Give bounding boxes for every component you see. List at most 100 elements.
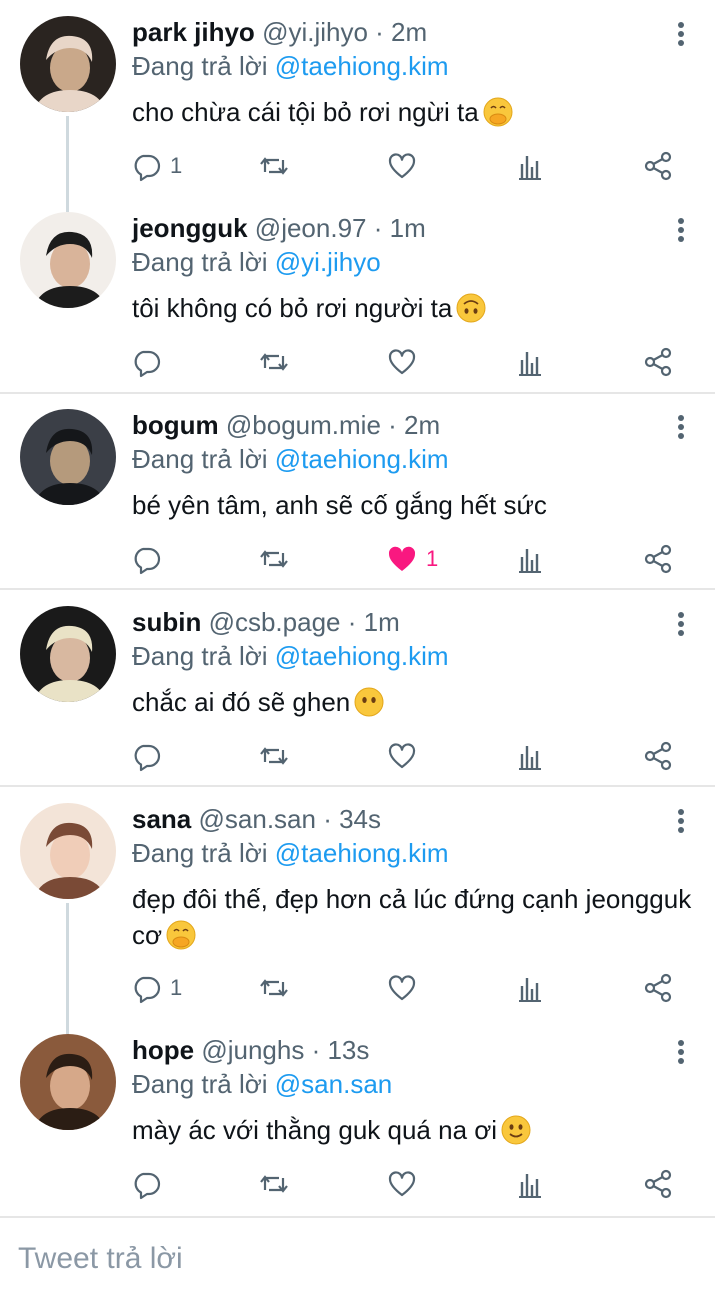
analytics-button[interactable] <box>514 968 546 1008</box>
reply-input-placeholder[interactable]: Tweet trả lời <box>18 1242 183 1276</box>
avatar[interactable] <box>20 212 116 308</box>
like-count: 1 <box>426 546 439 571</box>
tweet-divider <box>0 785 715 787</box>
timestamp[interactable]: 13s <box>327 1035 369 1065</box>
analytics-button[interactable] <box>514 342 546 382</box>
analytics-icon <box>519 549 541 573</box>
replying-to: Đang trả lời @taehiong.kim <box>132 837 449 869</box>
analytics-button[interactable] <box>514 539 546 579</box>
timestamp[interactable]: 34s <box>339 804 381 834</box>
dot-separator: · <box>367 17 392 47</box>
display-name[interactable]: bogum <box>132 410 219 440</box>
like-button[interactable] <box>386 968 418 1008</box>
like-button[interactable]: 1 <box>386 539 438 579</box>
mention-link[interactable]: @taehiong.kim <box>275 444 449 474</box>
avatar[interactable] <box>20 1034 116 1130</box>
replying-to: Đang trả lời @yi.jihyo <box>132 246 381 278</box>
thread-connector-line <box>66 116 69 212</box>
reply-icon <box>134 976 161 1004</box>
analytics-icon <box>519 352 541 376</box>
share-button[interactable] <box>642 1164 674 1204</box>
like-button[interactable] <box>386 1164 418 1204</box>
share-button[interactable] <box>642 539 674 579</box>
analytics-button[interactable] <box>514 1164 546 1204</box>
reply-button[interactable] <box>130 736 162 776</box>
username[interactable]: @san.san <box>199 804 316 834</box>
mention-link[interactable]: @taehiong.kim <box>275 51 449 81</box>
heart-icon <box>388 153 416 179</box>
retweet-button[interactable] <box>258 146 290 186</box>
retweet-button[interactable] <box>258 736 290 776</box>
display-name[interactable]: hope <box>132 1035 194 1065</box>
avatar[interactable] <box>20 606 116 702</box>
avatar[interactable] <box>20 409 116 505</box>
share-button[interactable] <box>642 968 674 1008</box>
like-button[interactable] <box>386 342 418 382</box>
share-button[interactable] <box>642 342 674 382</box>
retweet-icon <box>260 550 288 568</box>
more-options-icon[interactable] <box>669 608 693 640</box>
more-options-icon[interactable] <box>669 411 693 443</box>
retweet-button[interactable] <box>258 968 290 1008</box>
analytics-button[interactable] <box>514 736 546 776</box>
replying-to-label: Đang trả lời <box>132 641 275 671</box>
retweet-button[interactable] <box>258 539 290 579</box>
mention-link[interactable]: @taehiong.kim <box>275 641 449 671</box>
share-button[interactable] <box>642 146 674 186</box>
like-button[interactable] <box>386 146 418 186</box>
display-name[interactable]: sana <box>132 804 191 834</box>
replying-to: Đang trả lời @san.san <box>132 1068 392 1100</box>
vertical-dots-icon <box>678 612 684 636</box>
mention-link[interactable]: @san.san <box>275 1069 392 1099</box>
avatar-image <box>20 16 116 112</box>
avatar[interactable] <box>20 803 116 899</box>
reply-button[interactable]: 1 <box>130 146 182 186</box>
username[interactable]: @junghs <box>201 1035 304 1065</box>
timestamp[interactable]: 2m <box>404 410 440 440</box>
tweet-text-content: cho chừa cái tội bỏ rơi ngừi ta <box>132 97 479 127</box>
more-options-icon[interactable] <box>669 805 693 837</box>
username[interactable]: @jeon.97 <box>255 213 367 243</box>
reply-button[interactable] <box>130 539 162 579</box>
vertical-dots-icon <box>678 218 684 242</box>
username[interactable]: @bogum.mie <box>226 410 381 440</box>
avatar[interactable] <box>20 16 116 112</box>
share-icon <box>644 347 672 377</box>
thread-connector-line <box>66 903 69 1034</box>
retweet-button[interactable] <box>258 342 290 382</box>
reply-button[interactable]: 1 <box>130 968 182 1008</box>
tweet-header: sana @san.san · 34s <box>132 803 381 835</box>
replying-to-label: Đang trả lời <box>132 51 275 81</box>
timestamp[interactable]: 1m <box>390 213 426 243</box>
retweet-button[interactable] <box>258 1164 290 1204</box>
face-without-mouth-emoji <box>354 687 384 717</box>
dot-separator: · <box>304 1035 328 1065</box>
retweet-icon <box>260 353 288 371</box>
display-name[interactable]: subin <box>132 607 201 637</box>
mention-link[interactable]: @yi.jihyo <box>275 247 381 277</box>
more-options-icon[interactable] <box>669 1036 693 1068</box>
dot-separator: · <box>315 804 340 834</box>
replying-to-label: Đang trả lời <box>132 1069 275 1099</box>
analytics-button[interactable] <box>514 146 546 186</box>
reply-button[interactable] <box>130 342 162 382</box>
timestamp[interactable]: 1m <box>364 607 400 637</box>
retweet-icon <box>260 747 288 765</box>
display-name[interactable]: park jihyo <box>132 17 255 47</box>
retweet-icon <box>260 979 288 997</box>
like-button[interactable] <box>386 736 418 776</box>
mention-link[interactable]: @taehiong.kim <box>275 838 449 868</box>
tweet-actions <box>130 342 690 382</box>
tweet-text: đẹp đôi thế, đẹp hơn cả lúc đứng cạnh je… <box>132 881 692 953</box>
reply-button[interactable] <box>130 1164 162 1204</box>
heart-filled-icon <box>388 546 416 571</box>
display-name[interactable]: jeongguk <box>132 213 248 243</box>
username[interactable]: @csb.page <box>209 607 341 637</box>
more-options-icon[interactable] <box>669 18 693 50</box>
reply-composer[interactable]: Tweet trả lời <box>0 1216 715 1301</box>
more-options-icon[interactable] <box>669 214 693 246</box>
timestamp[interactable]: 2m <box>391 17 427 47</box>
analytics-icon <box>519 746 541 770</box>
share-button[interactable] <box>642 736 674 776</box>
username[interactable]: @yi.jihyo <box>262 17 368 47</box>
